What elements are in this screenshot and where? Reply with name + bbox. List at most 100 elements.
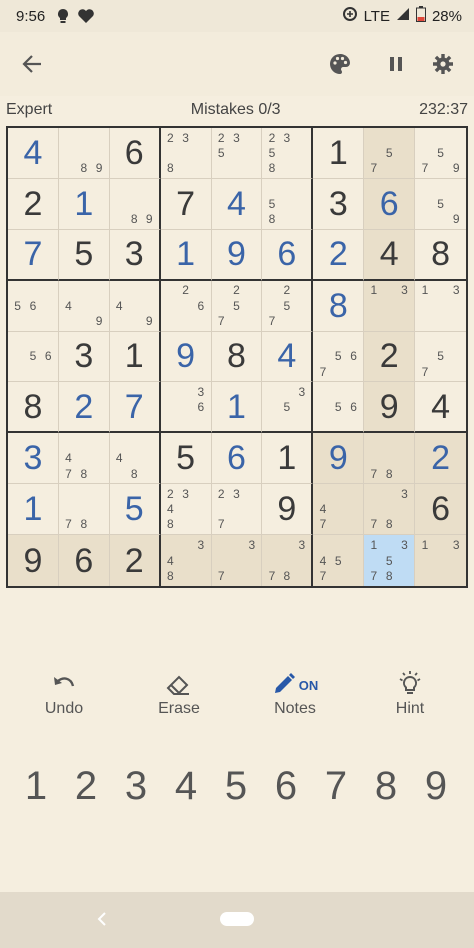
home-pill-icon[interactable] xyxy=(220,912,254,926)
sudoku-cell-r4c1[interactable]: 56 xyxy=(8,280,59,332)
sudoku-cell-r6c8[interactable]: 9 xyxy=(364,382,416,434)
sudoku-cell-r7c6[interactable]: 1 xyxy=(262,433,314,485)
sudoku-cell-r4c9[interactable]: 13 xyxy=(415,281,466,332)
sudoku-cell-r3c4[interactable]: 1 xyxy=(160,229,212,281)
sudoku-cell-r5c4[interactable]: 9 xyxy=(160,331,212,383)
sudoku-cell-r5c1[interactable]: 56 xyxy=(8,331,59,383)
sudoku-cell-r5c8[interactable]: 2 xyxy=(364,331,416,383)
sudoku-cell-r8c2[interactable]: 78 xyxy=(58,484,110,536)
hint-button[interactable]: Hint xyxy=(365,668,455,718)
sudoku-cell-r1c6[interactable]: 2358 xyxy=(262,128,314,179)
sudoku-cell-r7c2[interactable]: 478 xyxy=(58,433,110,485)
sudoku-cell-r1c7[interactable]: 1 xyxy=(313,128,365,179)
sudoku-cell-r9c6[interactable]: 3 78 xyxy=(262,535,314,586)
numpad-key-8[interactable]: 8 xyxy=(361,760,411,812)
numpad-key-3[interactable]: 3 xyxy=(111,760,161,812)
numpad-key-6[interactable]: 6 xyxy=(261,760,311,812)
sudoku-cell-r4c4[interactable]: 26 xyxy=(160,280,212,332)
numpad-key-1[interactable]: 1 xyxy=(11,760,61,812)
sudoku-cell-r3c9[interactable]: 8 xyxy=(415,230,466,281)
sudoku-cell-r6c1[interactable]: 8 xyxy=(8,382,59,434)
sudoku-cell-r7c1[interactable]: 3 xyxy=(8,433,59,485)
sudoku-cell-r8c8[interactable]: 3 78 xyxy=(364,484,416,536)
sudoku-cell-r2c7[interactable]: 3 xyxy=(313,178,365,230)
sudoku-cell-r6c9[interactable]: 4 xyxy=(415,382,466,434)
sudoku-cell-r5c3[interactable]: 1 xyxy=(109,331,161,383)
sudoku-cell-r3c2[interactable]: 5 xyxy=(58,229,110,281)
sudoku-cell-r7c7[interactable]: 9 xyxy=(313,433,365,485)
sudoku-cell-r9c2[interactable]: 6 xyxy=(58,535,110,586)
palette-icon[interactable] xyxy=(326,50,354,78)
erase-button[interactable]: Erase xyxy=(134,668,224,718)
sudoku-cell-r8c9[interactable]: 6 xyxy=(415,484,466,536)
sudoku-cell-r7c8[interactable]: 78 xyxy=(364,433,416,485)
nav-back-icon[interactable] xyxy=(96,910,108,933)
sudoku-cell-r2c9[interactable]: 59 xyxy=(415,179,466,230)
sudoku-cell-r9c4[interactable]: 3 48 xyxy=(160,535,212,586)
sudoku-cell-r1c1[interactable]: 4 xyxy=(8,128,59,179)
sudoku-cell-r3c6[interactable]: 6 xyxy=(262,229,314,281)
sudoku-cell-r2c2[interactable]: 1 xyxy=(58,178,110,230)
sudoku-cell-r3c5[interactable]: 9 xyxy=(211,229,263,281)
gear-icon[interactable] xyxy=(429,50,457,78)
sudoku-cell-r2c3[interactable]: 89 xyxy=(109,178,161,230)
sudoku-cell-r4c8[interactable]: 13 xyxy=(364,280,416,332)
numpad-key-9[interactable]: 9 xyxy=(411,760,461,812)
sudoku-cell-r2c4[interactable]: 7 xyxy=(160,178,212,230)
pause-icon[interactable] xyxy=(382,50,410,78)
sudoku-cell-r6c4[interactable]: 36 xyxy=(160,382,212,434)
sudoku-cell-r2c6[interactable]: 58 xyxy=(262,178,314,230)
sudoku-cell-r4c2[interactable]: 49 xyxy=(58,280,110,332)
sudoku-cell-r4c5[interactable]: 257 xyxy=(211,280,263,332)
sudoku-cell-r2c5[interactable]: 4 xyxy=(211,178,263,230)
sudoku-cell-r8c1[interactable]: 1 xyxy=(8,484,59,536)
sudoku-cell-r3c8[interactable]: 4 xyxy=(364,229,416,281)
sudoku-cell-r5c2[interactable]: 3 xyxy=(58,331,110,383)
sudoku-cell-r3c7[interactable]: 2 xyxy=(313,229,365,281)
numpad-key-7[interactable]: 7 xyxy=(311,760,361,812)
sudoku-cell-r9c8[interactable]: 1 3578 xyxy=(364,535,416,586)
sudoku-cell-r8c7[interactable]: 47 xyxy=(313,484,365,536)
sudoku-cell-r7c9[interactable]: 2 xyxy=(415,433,466,485)
sudoku-cell-r4c6[interactable]: 257 xyxy=(262,280,314,332)
sudoku-cell-r1c9[interactable]: 57 9 xyxy=(415,128,466,179)
sudoku-cell-r5c6[interactable]: 4 xyxy=(262,331,314,383)
sudoku-cell-r2c8[interactable]: 6 xyxy=(364,178,416,230)
sudoku-cell-r6c5[interactable]: 1 xyxy=(211,382,263,434)
sudoku-cell-r6c2[interactable]: 2 xyxy=(58,382,110,434)
sudoku-cell-r4c7[interactable]: 8 xyxy=(313,280,365,332)
sudoku-cell-r1c2[interactable]: 89 xyxy=(58,128,110,179)
sudoku-cell-r8c5[interactable]: 23 7 xyxy=(211,484,263,536)
sudoku-cell-r9c1[interactable]: 9 xyxy=(8,535,59,586)
sudoku-cell-r8c3[interactable]: 5 xyxy=(109,484,161,536)
sudoku-cell-r1c4[interactable]: 23 8 xyxy=(160,128,212,179)
arrow-left-icon[interactable] xyxy=(18,50,46,78)
sudoku-cell-r3c1[interactable]: 7 xyxy=(8,229,59,281)
sudoku-cell-r8c4[interactable]: 2348 xyxy=(160,484,212,536)
sudoku-cell-r9c3[interactable]: 2 xyxy=(109,535,161,586)
sudoku-cell-r5c5[interactable]: 8 xyxy=(211,331,263,383)
sudoku-cell-r4c3[interactable]: 49 xyxy=(109,280,161,332)
sudoku-cell-r3c3[interactable]: 3 xyxy=(109,229,161,281)
sudoku-cell-r6c7[interactable]: 56 xyxy=(313,382,365,434)
sudoku-cell-r7c5[interactable]: 6 xyxy=(211,433,263,485)
numpad-key-2[interactable]: 2 xyxy=(61,760,111,812)
notes-button[interactable]: ON Notes xyxy=(250,668,340,718)
sudoku-cell-r2c1[interactable]: 2 xyxy=(8,178,59,230)
sudoku-cell-r6c6[interactable]: 35 xyxy=(262,382,314,434)
sudoku-cell-r7c4[interactable]: 5 xyxy=(160,433,212,485)
sudoku-cell-r5c7[interactable]: 56 7 xyxy=(313,331,365,383)
sudoku-cell-r8c6[interactable]: 9 xyxy=(262,484,314,536)
sudoku-cell-r9c9[interactable]: 13 xyxy=(415,535,466,586)
sudoku-cell-r1c8[interactable]: 57 xyxy=(364,128,416,179)
sudoku-cell-r1c3[interactable]: 6 xyxy=(109,128,161,179)
sudoku-cell-r9c5[interactable]: 37 xyxy=(211,535,263,586)
numpad-key-5[interactable]: 5 xyxy=(211,760,261,812)
sudoku-cell-r9c7[interactable]: 457 xyxy=(313,535,365,586)
sudoku-cell-r5c9[interactable]: 57 xyxy=(415,332,466,383)
sudoku-cell-r1c5[interactable]: 235 xyxy=(211,128,263,179)
undo-button[interactable]: Undo xyxy=(19,668,109,718)
sudoku-cell-r6c3[interactable]: 7 xyxy=(109,382,161,434)
sudoku-cell-r7c3[interactable]: 48 xyxy=(109,433,161,485)
numpad-key-4[interactable]: 4 xyxy=(161,760,211,812)
